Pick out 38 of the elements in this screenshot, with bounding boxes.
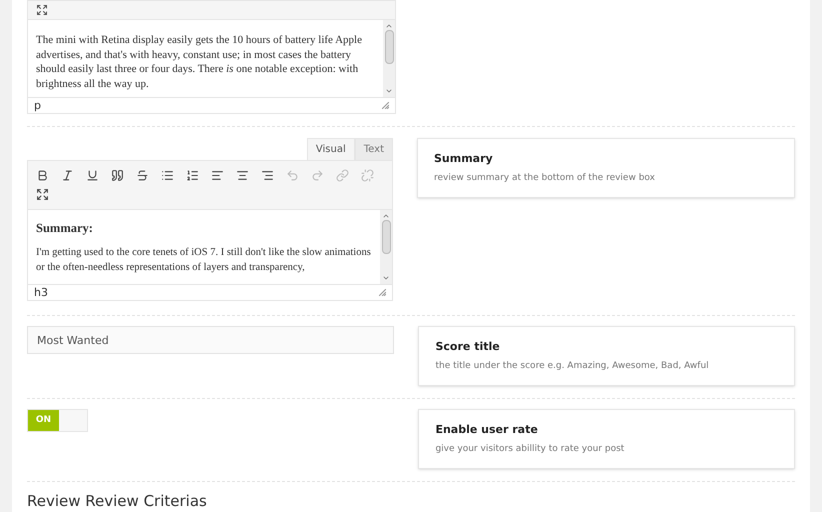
- resize-handle-icon: [382, 102, 389, 109]
- help-title: Score title: [435, 339, 501, 355]
- editor-tab[interactable]: Text: [354, 138, 393, 160]
- bullet-list-icon[interactable]: [161, 169, 174, 182]
- help-title: Enable user rate: [435, 422, 539, 438]
- help-title: Summary: [434, 151, 494, 167]
- scrollbar-thumb[interactable]: [382, 220, 390, 254]
- help-description: give your visitors abillity to rate your post: [435, 442, 626, 456]
- scroll-up-icon: [385, 22, 393, 30]
- scroll-up-icon: [382, 212, 390, 220]
- numbered-list-icon[interactable]: [186, 169, 199, 182]
- element-path: p: [34, 100, 41, 111]
- editor-text: The mini with Retina display easily gets the 10 hours of battery life Apple advertises, and that's with heavy, constant use; in most cases the battery should easily last three or four days. There is one notable exception: with brightness all the way up.: [35, 33, 363, 92]
- bold-icon[interactable]: [36, 169, 49, 182]
- fullscreen-icon: [36, 4, 48, 16]
- align-right-icon[interactable]: [261, 169, 274, 182]
- align-center-icon[interactable]: [236, 169, 249, 182]
- score-title-field[interactable]: Most Wanted: [27, 326, 394, 354]
- help-description: review summary at the bottom of the review box: [434, 172, 656, 184]
- quote-icon[interactable]: [111, 169, 124, 182]
- editor-tab[interactable]: Visual: [306, 138, 355, 160]
- strikethrough-icon[interactable]: [136, 169, 149, 182]
- align-left-icon[interactable]: [211, 169, 224, 182]
- scrollbar[interactable]: [383, 20, 395, 97]
- section-heading: Review Review Criterias: [27, 491, 208, 510]
- editor-text: I'm getting used to the core tenets of iOS 7. I still don't like the slow animations or the often-needless representations of layers and transparency,: [36, 246, 372, 275]
- underline-icon[interactable]: [86, 169, 99, 182]
- toggle-label: ON: [28, 410, 59, 431]
- help-description: the title under the score e.g. Amazing, Awesome, Bad, Awful: [435, 360, 710, 372]
- scroll-down-icon: [382, 274, 390, 282]
- scroll-down-icon: [385, 87, 393, 95]
- scrollbar-thumb[interactable]: [384, 30, 394, 64]
- resize-handle-icon: [379, 289, 386, 296]
- editor-heading: Summary:: [36, 220, 94, 236]
- italic-icon[interactable]: [61, 169, 74, 182]
- scrollbar[interactable]: [380, 210, 392, 284]
- element-path: h3: [34, 287, 48, 298]
- fullscreen-icon[interactable]: [36, 188, 49, 201]
